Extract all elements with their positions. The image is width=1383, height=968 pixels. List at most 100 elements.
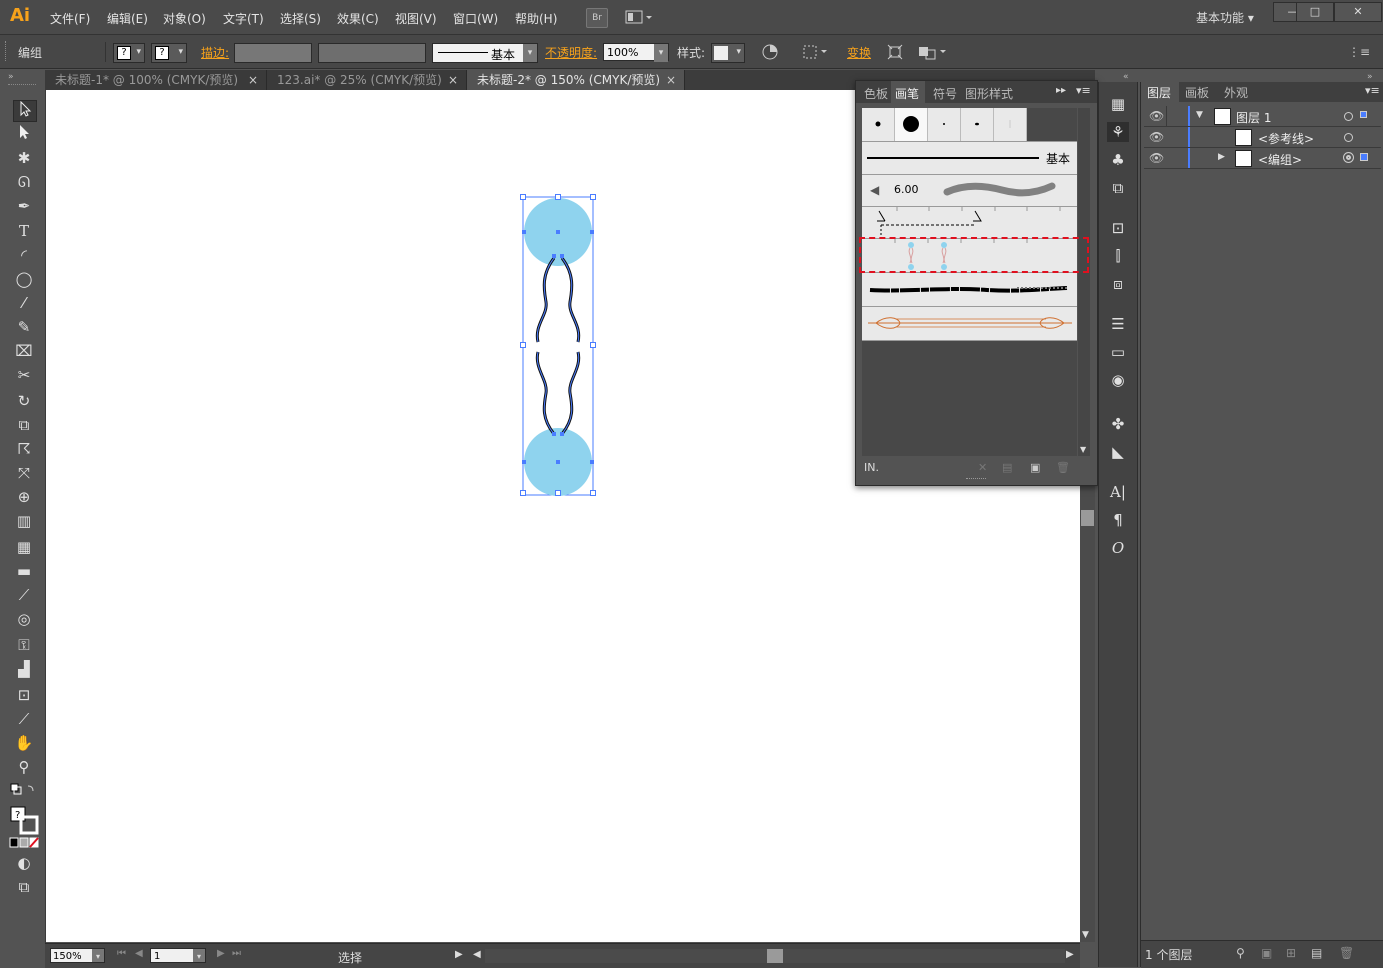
tab-swatches[interactable]: 色板 xyxy=(864,85,888,102)
zoom-field[interactable]: 150% ▾ xyxy=(50,948,105,963)
locate-object-icon[interactable]: ⚲ xyxy=(1236,946,1245,960)
visibility-eye-icon[interactable]: 👁 xyxy=(1149,151,1164,165)
remove-stroke-icon[interactable]: ✕ xyxy=(978,461,987,474)
tab-appearance[interactable]: 外观 xyxy=(1224,84,1248,101)
new-layer-icon[interactable]: ▤ xyxy=(1311,946,1322,960)
type-tool-icon[interactable]: T xyxy=(13,221,35,241)
scroll-left-icon[interactable]: ◀ xyxy=(473,949,481,960)
default-colors-icon[interactable] xyxy=(10,783,40,797)
wavy-connector[interactable] xyxy=(535,257,581,435)
align-panel-icon[interactable]: ⫿ xyxy=(1107,246,1129,266)
tab-brushes[interactable]: 画笔 xyxy=(895,85,919,102)
graphic-styles-icon[interactable]: ⧉ xyxy=(1107,178,1129,198)
bridge-button[interactable]: Br xyxy=(586,8,608,28)
selected-artwork[interactable] xyxy=(516,190,606,505)
scroll-down-icon[interactable]: ▼ xyxy=(1082,930,1089,940)
opentype-panel-icon[interactable]: O xyxy=(1107,538,1129,558)
target-selected-icon[interactable] xyxy=(1343,152,1354,163)
tab-untitled-2[interactable]: 未标题-2* @ 150% (CMYK/预览) × xyxy=(467,70,685,90)
collapse-icon[interactable]: « xyxy=(1123,72,1129,82)
last-artboard-icon[interactable]: ⏭ xyxy=(232,948,241,959)
ellipse-tool-icon[interactable]: ◯ xyxy=(13,269,35,289)
align-options-icon[interactable] xyxy=(803,44,829,63)
close-icon[interactable]: × xyxy=(248,70,258,90)
transform-panel-icon[interactable]: ⊡ xyxy=(1107,218,1129,238)
selected-indicator-icon[interactable] xyxy=(1360,153,1368,161)
transform-link[interactable]: 变换 xyxy=(847,44,871,61)
direct-selection-tool-icon[interactable] xyxy=(13,124,35,144)
horizontal-scrollbar[interactable] xyxy=(485,949,1065,963)
isolate-group-icon[interactable] xyxy=(918,44,948,63)
color-mode-icons[interactable] xyxy=(9,837,41,849)
menu-effect[interactable]: 效果(C) xyxy=(337,10,379,27)
stroke-weight-field[interactable] xyxy=(234,43,312,63)
opacity-field[interactable]: 100% ▾ xyxy=(603,43,669,62)
scale-tool-icon[interactable]: ⧉ xyxy=(13,415,35,435)
delete-brush-icon[interactable]: 🗑 xyxy=(1056,461,1070,474)
tab-artboards[interactable]: 画板 xyxy=(1185,84,1209,101)
selected-indicator-icon[interactable] xyxy=(1360,111,1367,118)
transform-options-icon[interactable] xyxy=(887,44,903,63)
clipping-mask-icon[interactable]: ▣ xyxy=(1261,946,1272,960)
close-icon[interactable]: × xyxy=(448,70,458,90)
paragraph-panel-icon[interactable]: ¶ xyxy=(1107,510,1129,530)
brush-swatch-dot-small[interactable] xyxy=(862,108,895,141)
panel-menu-icon[interactable]: ▾≡ xyxy=(1365,84,1380,97)
first-artboard-icon[interactable]: ⏮ xyxy=(117,948,126,959)
workspace-switcher[interactable]: 基本功能 ▾ xyxy=(1196,9,1254,26)
charcoal-brush-row[interactable] xyxy=(862,273,1077,307)
menu-select[interactable]: 选择(S) xyxy=(280,10,321,27)
fill-swatch[interactable]: ? ▾ xyxy=(113,43,145,63)
disclosure-triangle-icon[interactable]: ▶ xyxy=(1218,152,1225,162)
tab-123-ai[interactable]: 123.ai* @ 25% (CMYK/预览) × xyxy=(267,70,467,90)
column-graph-icon[interactable]: ▟ xyxy=(13,659,35,679)
fill-stroke-indicator[interactable]: ? xyxy=(9,805,41,835)
gradient-panel-icon[interactable]: ▭ xyxy=(1107,342,1129,362)
disclosure-triangle-icon[interactable]: ▼ xyxy=(1196,110,1203,120)
menu-object[interactable]: 对象(O) xyxy=(163,10,206,27)
arrange-docs-icon[interactable] xyxy=(625,8,653,26)
pattern-brush-row[interactable] xyxy=(862,207,1077,239)
opacity-link[interactable]: 不透明度: xyxy=(545,44,597,61)
brush-swatch-dot-large[interactable] xyxy=(895,108,928,141)
scroll-thumb[interactable] xyxy=(1081,510,1094,526)
menu-window[interactable]: 窗口(W) xyxy=(453,10,498,27)
tab-graphic-styles[interactable]: 图形样式 xyxy=(965,85,1013,102)
visibility-eye-icon[interactable]: 👁 xyxy=(1149,109,1164,123)
zoom-tool-icon[interactable]: ⚲ xyxy=(13,757,35,777)
eyedropper-icon[interactable]: ⟋ xyxy=(13,585,35,605)
warp-tool-icon[interactable]: ☈ xyxy=(13,439,35,459)
recolor-artwork-icon[interactable] xyxy=(762,44,778,63)
pen-tool-icon[interactable]: ✒ xyxy=(13,196,35,216)
mesh-tool-icon[interactable]: ▦ xyxy=(13,537,35,557)
menu-edit[interactable]: 编辑(E) xyxy=(107,10,148,27)
hand-tool-icon[interactable]: ✋ xyxy=(13,733,35,753)
variable-width-profile[interactable] xyxy=(318,43,426,63)
rotate-tool-icon[interactable]: ↻ xyxy=(13,391,35,411)
maximize-button[interactable]: □ xyxy=(1296,2,1334,22)
visibility-eye-icon[interactable]: 👁 xyxy=(1149,130,1164,144)
status-menu-icon[interactable]: ▶ xyxy=(455,949,463,960)
menu-view[interactable]: 视图(V) xyxy=(395,10,437,27)
expand-icon[interactable]: » xyxy=(1367,72,1373,82)
decorative-brush-row[interactable] xyxy=(862,307,1077,341)
target-icon[interactable] xyxy=(1344,133,1353,142)
close-icon[interactable]: × xyxy=(666,70,676,90)
brush-list-scrollbar[interactable]: ▼ xyxy=(1078,108,1090,456)
brush-swatch-dot-tiny[interactable] xyxy=(928,108,961,141)
brush-swatch-oval[interactable] xyxy=(961,108,994,141)
expand-icon[interactable]: ▸▸ xyxy=(1056,85,1066,96)
tab-untitled-1[interactable]: 未标题-1* @ 100% (CMYK/预览) × xyxy=(45,70,267,90)
menu-help[interactable]: 帮助(H) xyxy=(515,10,557,27)
character-panel-icon[interactable]: A| xyxy=(1107,482,1129,502)
gradient-tool-icon[interactable]: ▬ xyxy=(13,561,35,581)
perspective-grid-icon[interactable]: ▥ xyxy=(13,511,35,531)
stroke-link[interactable]: 描边: xyxy=(201,44,229,61)
magic-wand-icon[interactable]: ✱ xyxy=(13,148,35,168)
stroke-swatch[interactable]: ? ▾ xyxy=(151,43,187,63)
symbol-sprayer-icon[interactable]: ⚿ xyxy=(13,635,35,655)
panel-menu-icon[interactable]: ⋮≡ xyxy=(1348,45,1370,59)
pencil-icon[interactable]: ✎ xyxy=(13,317,35,337)
scroll-down-icon[interactable]: ▼ xyxy=(1080,445,1086,454)
blob-brush-icon[interactable]: ⌧ xyxy=(13,341,35,361)
